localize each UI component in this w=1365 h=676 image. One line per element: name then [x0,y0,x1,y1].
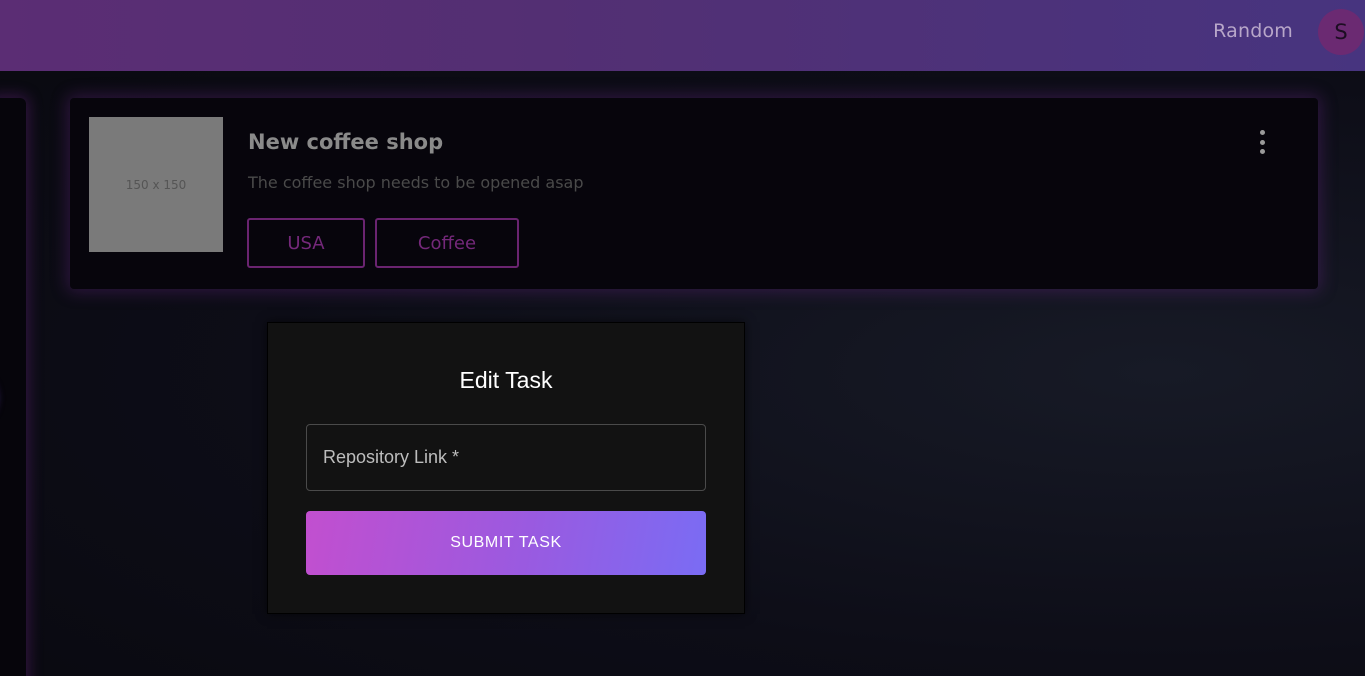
task-card: 150 x 150 New coffee shop The coffee sho… [70,98,1318,289]
avatar[interactable]: S [1318,9,1364,55]
task-title: New coffee shop [248,130,444,154]
more-vertical-icon[interactable] [1252,130,1272,154]
tag-chip[interactable]: USA [247,218,365,268]
dialog-title: Edit Task [459,367,553,393]
repository-link-input[interactable] [306,424,706,491]
task-image-placeholder: 150 x 150 [89,117,223,252]
app-root: Random S 150 x 150 New coffee shop The c… [0,0,1365,676]
sidebar [0,98,26,676]
submit-task-button[interactable]: SUBMIT TASK [306,511,706,575]
menu-dot [1259,149,1265,154]
menu-dot [1259,130,1265,135]
tag-chip[interactable]: Coffee [375,218,519,268]
task-description: The coffee shop needs to be opened asap [248,173,584,192]
top-app-bar: Random S [0,0,1365,71]
edit-task-dialog: Edit Task SUBMIT TASK [267,322,745,614]
user-name[interactable]: Random [1213,20,1293,42]
menu-dot [1259,139,1265,145]
